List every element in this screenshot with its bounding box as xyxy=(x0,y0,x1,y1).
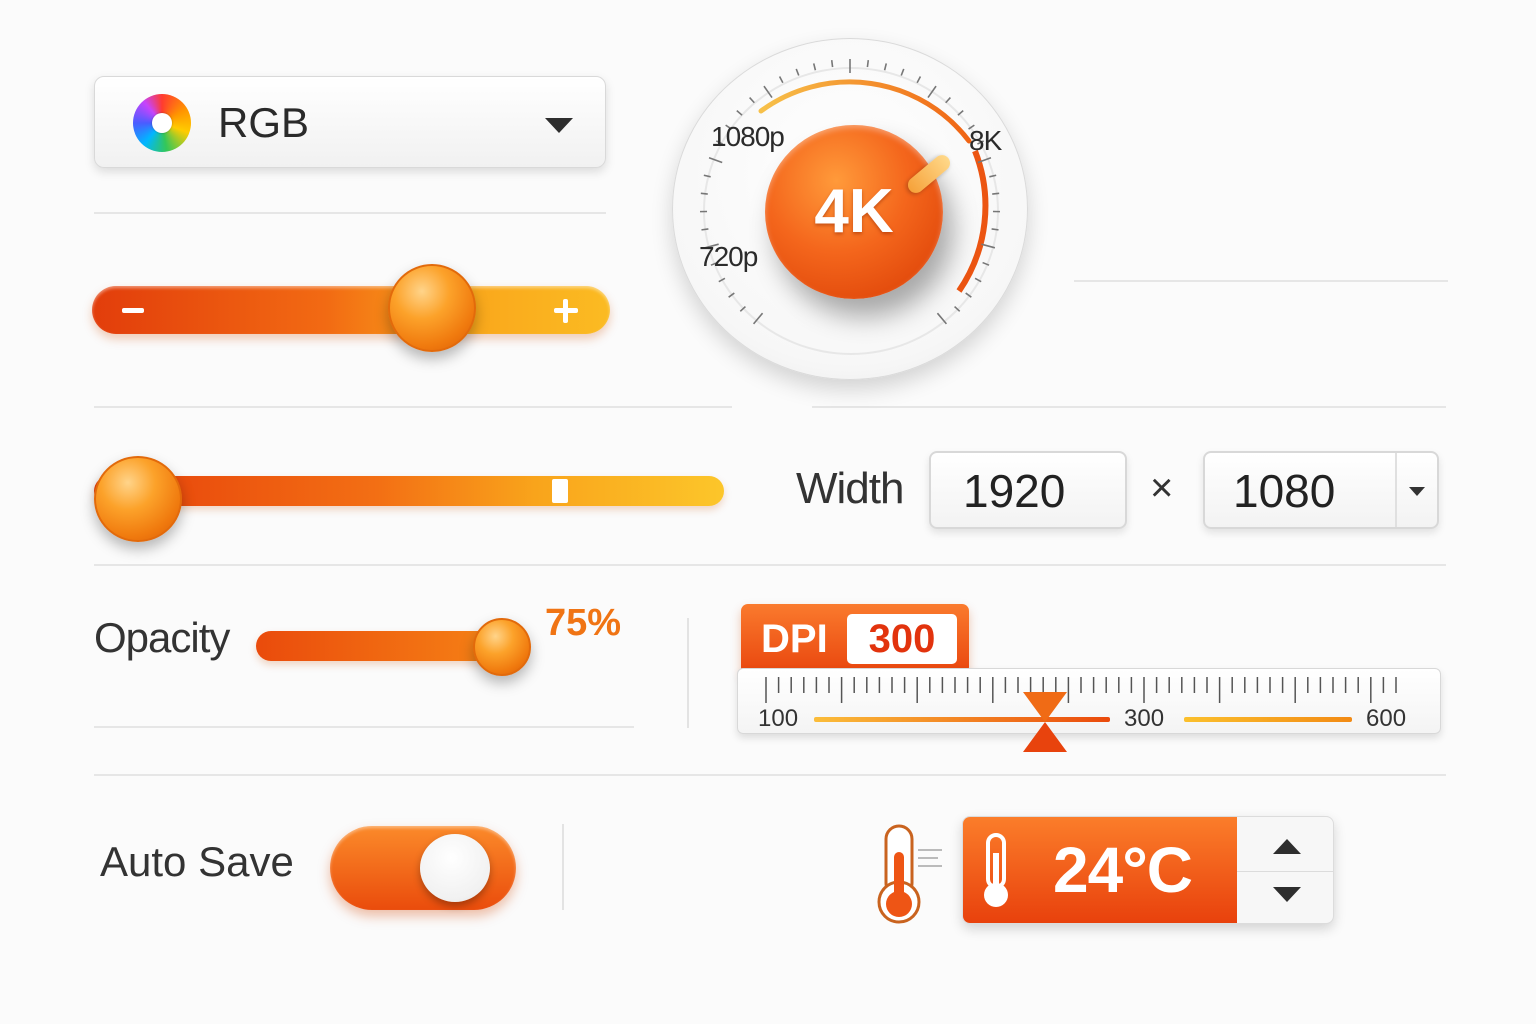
temperature-display: 24°C xyxy=(963,817,1237,923)
scrub-slider[interactable] xyxy=(94,476,724,506)
divider xyxy=(94,406,732,408)
dial-tick xyxy=(749,96,755,104)
dial-tick xyxy=(974,277,982,283)
dial-tick xyxy=(718,277,726,283)
dial-tick xyxy=(752,312,764,325)
dial-tick xyxy=(989,174,997,178)
minus-icon[interactable] xyxy=(122,308,144,313)
divider xyxy=(812,406,1446,408)
dial-tick xyxy=(965,292,972,298)
dial-label-1080p: 1080p xyxy=(711,121,785,152)
divider xyxy=(1237,871,1333,872)
thermometer-icon xyxy=(984,833,1008,907)
dpi-ruler-scale xyxy=(765,677,1397,722)
color-mode-dropdown[interactable]: RGB xyxy=(94,76,606,168)
color-mode-label: RGB xyxy=(218,99,310,146)
dial-tick xyxy=(778,76,784,84)
dial-tick xyxy=(981,243,996,249)
dial-tick xyxy=(700,192,708,195)
scrub-slider-thumb[interactable] xyxy=(94,456,182,542)
dpi-slider-thumb[interactable] xyxy=(1023,692,1067,722)
dial-tick xyxy=(736,109,743,116)
divider xyxy=(1074,280,1448,282)
dpi-scale-min: 100 xyxy=(758,705,799,732)
divider xyxy=(94,212,606,214)
dial-tick xyxy=(708,156,723,164)
decrement-button[interactable] xyxy=(1273,887,1301,902)
dial-tick xyxy=(763,85,773,99)
dial-tick xyxy=(866,60,870,68)
dpi-ruler-slider[interactable]: 100 300 600 xyxy=(737,668,1441,734)
width-label: Width xyxy=(796,464,904,513)
dial-tick xyxy=(982,261,990,266)
chevron-down-icon xyxy=(545,118,573,133)
height-value: 1080 xyxy=(1233,465,1336,517)
dpi-scale-max: 600 xyxy=(1366,705,1407,732)
times-sign: × xyxy=(1150,466,1173,510)
dial-label-8k: 8K xyxy=(969,125,1002,156)
height-select[interactable]: 1080 xyxy=(1203,451,1439,529)
dpi-value: 300 xyxy=(847,614,957,664)
dpi-slider-thumb-base[interactable] xyxy=(1023,722,1067,752)
dpi-label: DPI xyxy=(761,617,828,661)
temperature-stepper[interactable]: 24°C xyxy=(962,816,1334,924)
dial-tick xyxy=(916,76,922,84)
zoom-slider-thumb[interactable] xyxy=(388,264,476,352)
toggle-thumb xyxy=(420,834,490,902)
dial-tick xyxy=(812,63,817,71)
resolution-knob[interactable]: 4K xyxy=(765,125,943,299)
dial-tick xyxy=(739,305,746,312)
divider xyxy=(94,564,1446,566)
divider xyxy=(1395,453,1397,527)
width-value: 1920 xyxy=(963,465,1066,517)
opacity-slider-thumb[interactable] xyxy=(473,618,531,676)
dial-tick xyxy=(701,228,709,231)
dial-tick xyxy=(830,60,834,68)
thermometer-icon xyxy=(877,824,942,924)
dial-tick xyxy=(883,63,888,71)
auto-save-toggle[interactable] xyxy=(330,826,516,910)
divider xyxy=(94,774,1446,776)
divider xyxy=(687,618,689,728)
opacity-value: 75% xyxy=(545,602,622,644)
divider xyxy=(94,726,634,728)
dial-tick xyxy=(927,85,937,99)
dpi-scale-mid: 300 xyxy=(1124,705,1165,732)
resolution-dial[interactable]: 1080p 720p 8K 4K xyxy=(672,38,1028,380)
divider xyxy=(562,824,564,910)
chevron-down-icon[interactable] xyxy=(1409,487,1425,496)
dial-tick xyxy=(992,192,1000,195)
scrub-marker xyxy=(552,479,568,503)
dial-tick xyxy=(900,68,905,76)
temperature-value: 24°C xyxy=(1053,834,1193,906)
width-input[interactable]: 1920 xyxy=(929,451,1127,529)
dial-label-720p: 720p xyxy=(699,241,758,272)
zoom-slider[interactable] xyxy=(92,286,610,334)
dial-tick xyxy=(728,292,735,298)
dial-tick xyxy=(991,228,999,231)
dial-tick xyxy=(703,174,711,178)
color-wheel-icon xyxy=(133,94,191,152)
opacity-label: Opacity xyxy=(94,614,230,661)
auto-save-label: Auto Save xyxy=(100,838,294,885)
dial-tick xyxy=(954,305,961,312)
increment-button[interactable] xyxy=(1273,839,1301,854)
dial-tick xyxy=(945,96,951,104)
dial-tick xyxy=(936,312,948,325)
dial-tick xyxy=(795,68,800,76)
dpi-badge: DPI 300 xyxy=(741,604,969,674)
dial-tick xyxy=(957,109,964,116)
